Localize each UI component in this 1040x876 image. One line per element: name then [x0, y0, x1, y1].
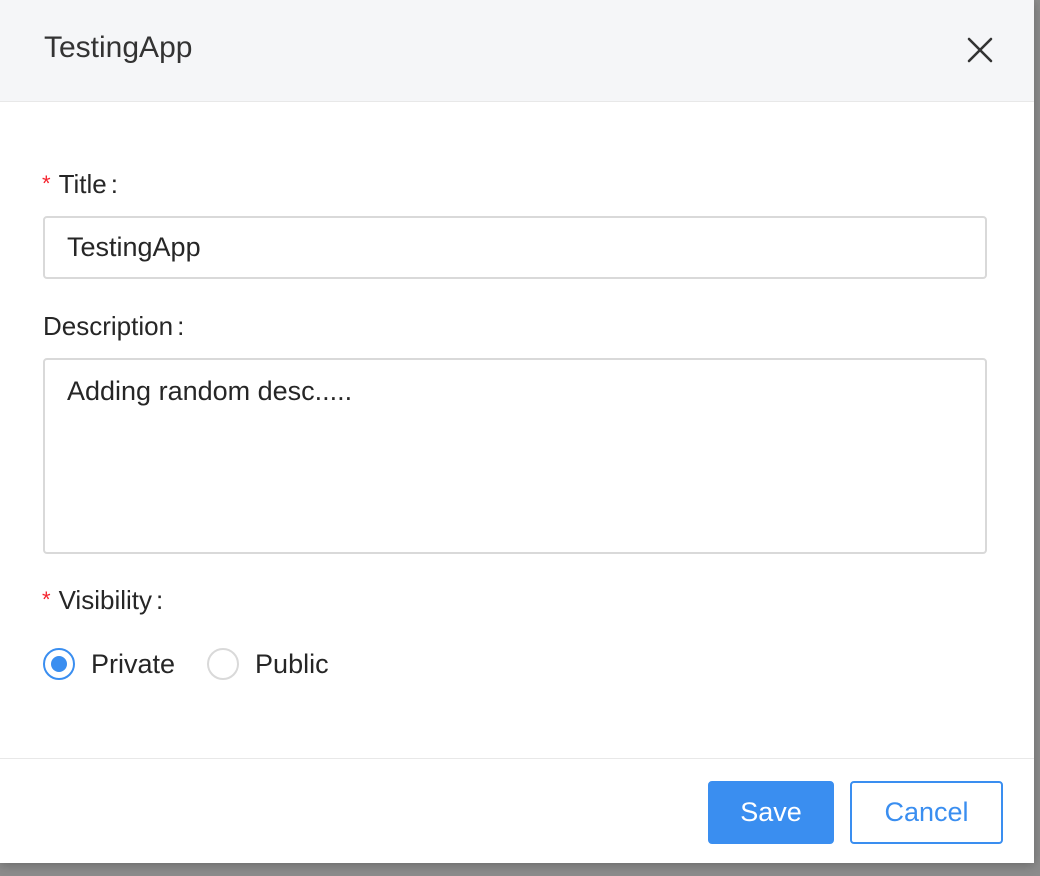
radio-private-label: Private [91, 648, 176, 679]
required-mark: * [42, 587, 51, 612]
radio-button-unchecked[interactable] [207, 648, 240, 680]
title-label: * Title: [42, 168, 118, 202]
edit-app-modal: TestingApp * Title: Description: Adding r… [0, 0, 1034, 863]
close-icon [967, 37, 993, 63]
visibility-label: * Visibility: [42, 584, 163, 618]
title-label-text: Title [58, 169, 107, 199]
cancel-button[interactable]: Cancel [850, 781, 1003, 844]
modal-title: TestingApp [44, 31, 193, 64]
save-button[interactable]: Save [708, 781, 834, 844]
radio-public[interactable]: Public [207, 648, 329, 680]
modal-header: TestingApp [0, 0, 1034, 102]
visibility-radio-group: Private Public [43, 646, 361, 682]
radio-private[interactable]: Private [43, 648, 175, 680]
description-label-text: Description [43, 311, 174, 341]
label-colon: : [177, 311, 185, 341]
radio-button-checked[interactable] [43, 648, 75, 680]
visibility-label-text: Visibility [58, 585, 152, 615]
title-input[interactable] [43, 216, 987, 279]
close-button[interactable] [960, 30, 1000, 70]
label-colon: : [156, 585, 164, 615]
modal-footer: Save Cancel [0, 758, 1034, 863]
label-colon: : [110, 169, 118, 199]
description-label: Description: [43, 310, 184, 342]
description-textarea[interactable]: Adding random desc..... [43, 358, 987, 554]
radio-public-label: Public [255, 648, 329, 679]
required-mark: * [42, 171, 51, 196]
